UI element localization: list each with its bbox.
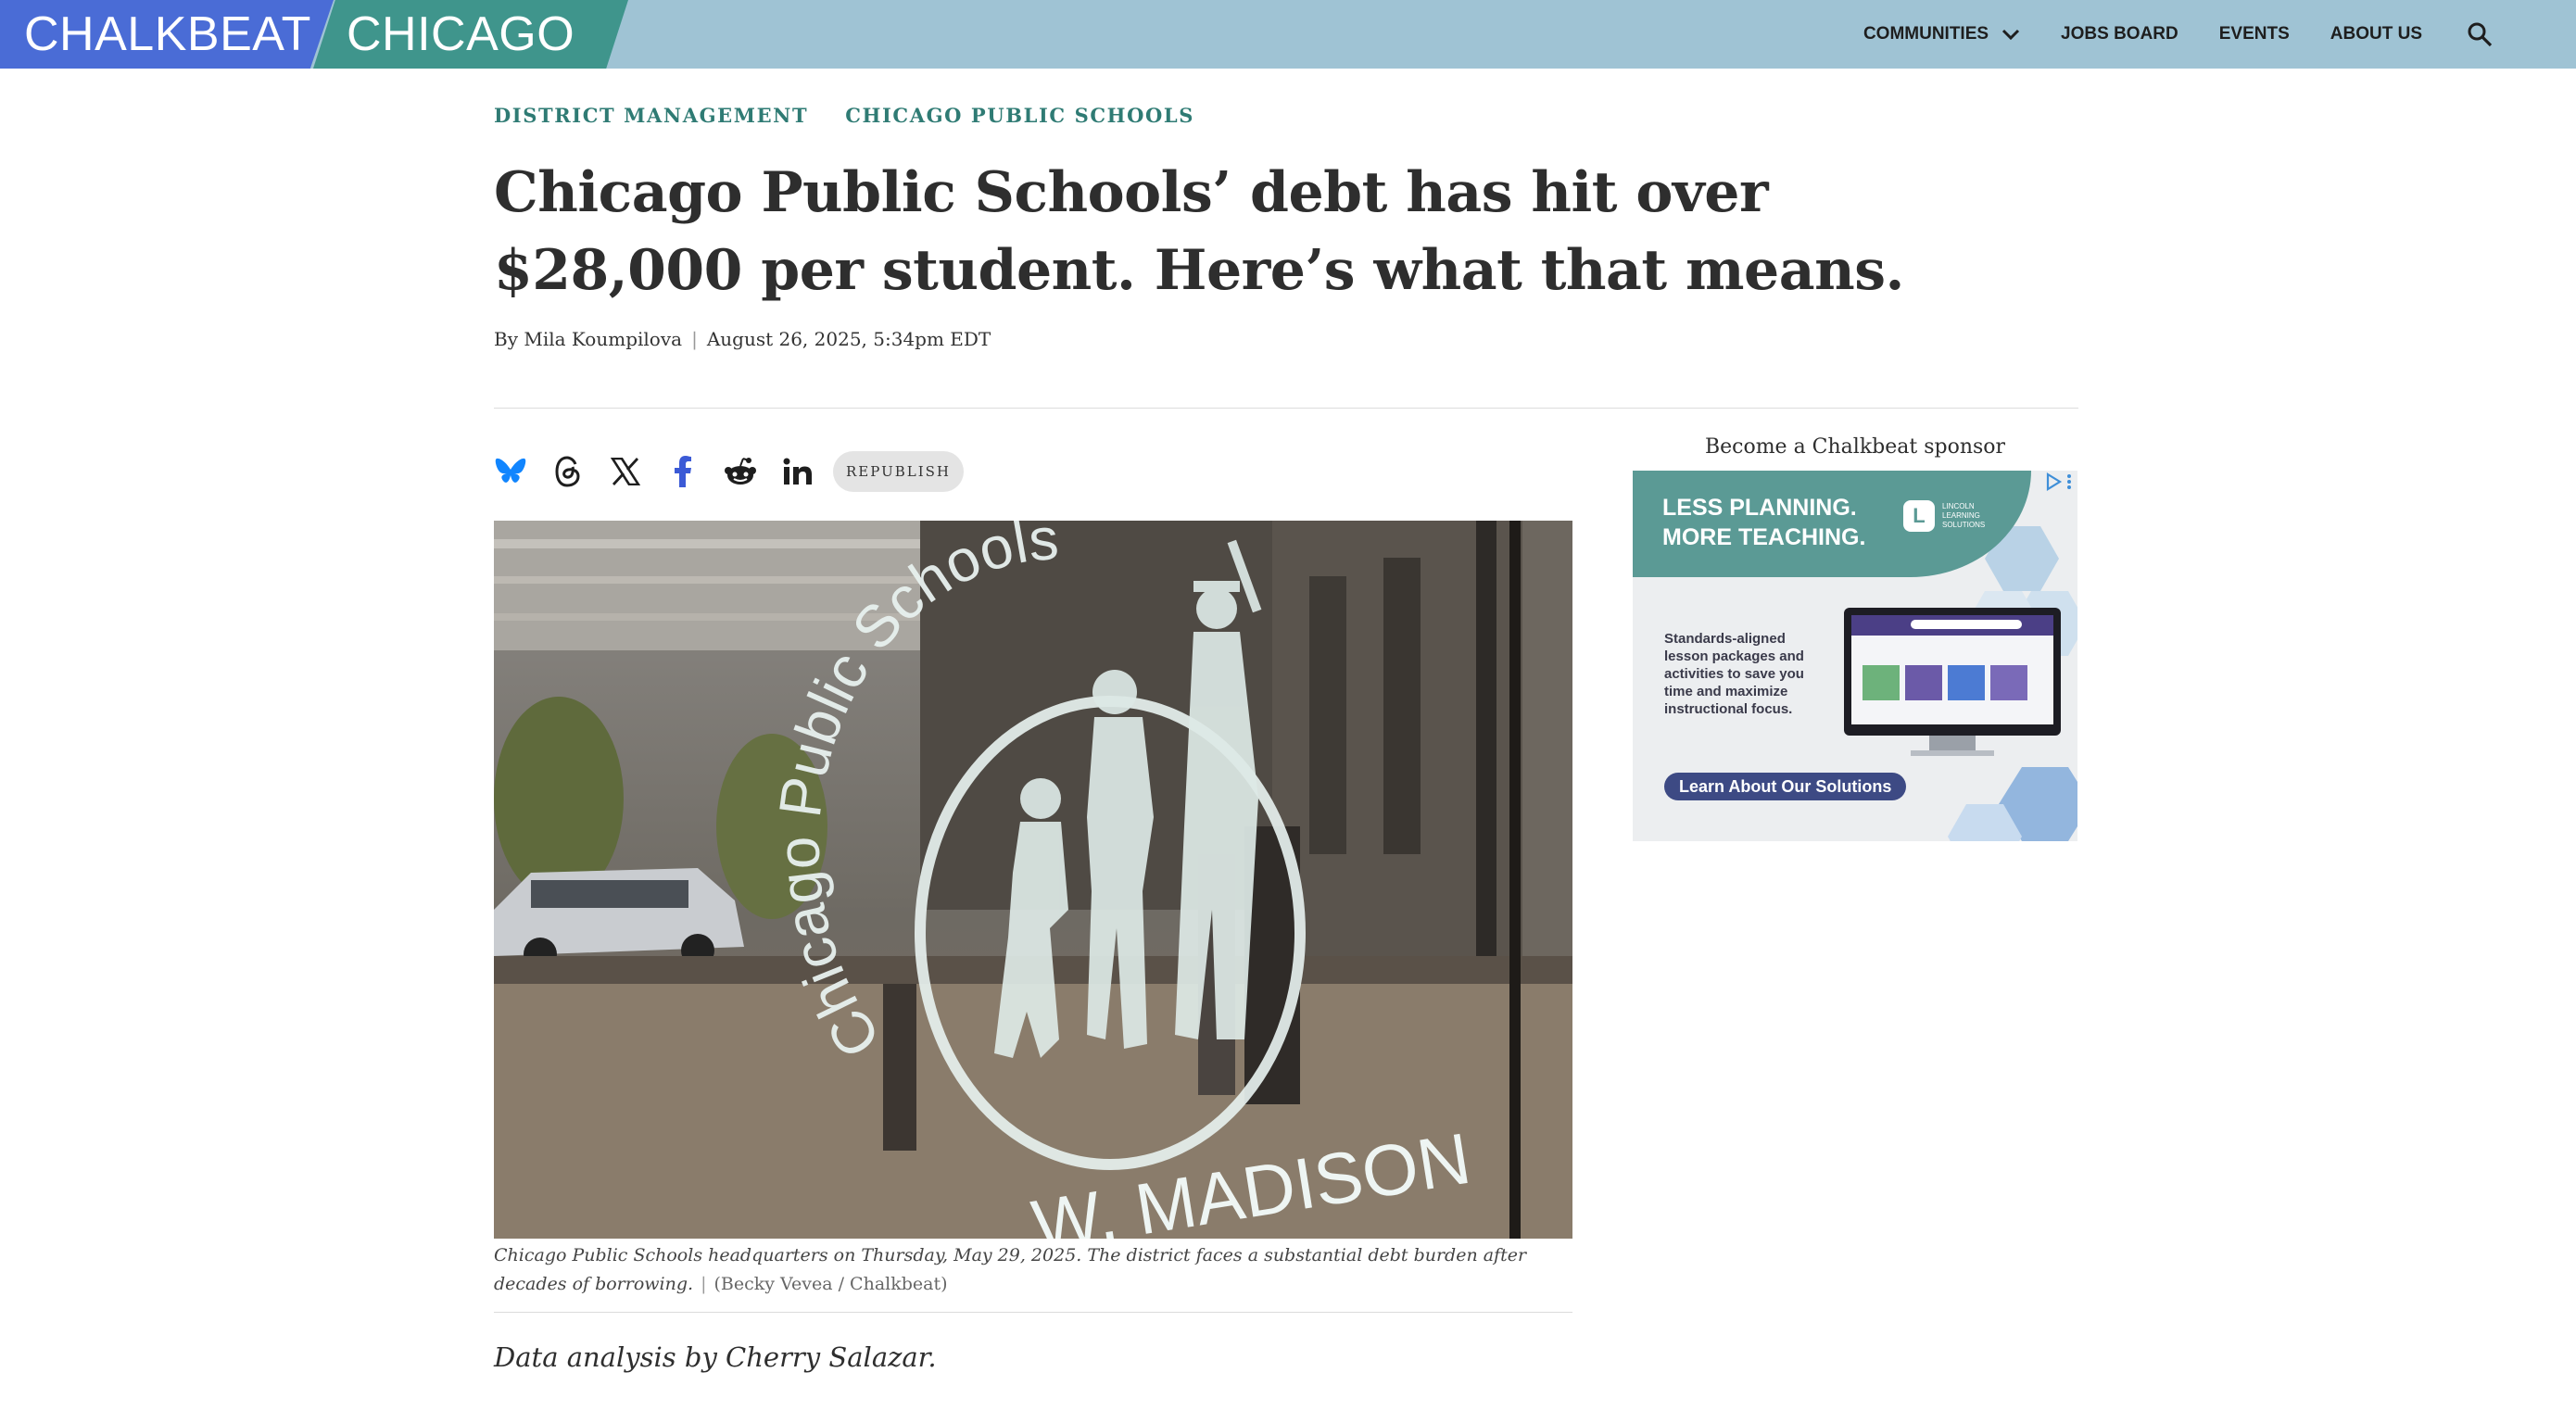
byline-separator: | [691, 328, 698, 350]
caption-text: Chicago Public Schools headquarters on T… [494, 1245, 1527, 1294]
logo-chicago-text[interactable]: CHICAGO [347, 6, 575, 63]
photo-credit: (Becky Vevea / Chalkbeat) [713, 1274, 948, 1294]
more-options-icon [2067, 474, 2071, 489]
sidebar-ad[interactable]: LESS PLANNING. MORE TEACHING. L LINCOLN … [1633, 471, 2077, 841]
article-first-paragraph: Data analysis by Cherry Salazar. [494, 1341, 937, 1373]
ad-headline-line-1: LESS PLANNING. [1662, 495, 1857, 521]
ad-body-text: Standards-aligned lesson packages and ac… [1664, 631, 1804, 717]
nav-events-label: EVENTS [2218, 24, 2290, 44]
nav-communities-label: COMMUNITIES [1863, 24, 1989, 44]
ad-choices[interactable] [2044, 472, 2072, 491]
category-district-management[interactable]: DISTRICT MANAGEMENT [494, 104, 808, 127]
ad-headline-line-2: MORE TEACHING. [1662, 524, 1866, 550]
byline: By Mila Koumpilova | August 26, 2025, 5:… [494, 328, 991, 350]
category-chicago-public-schools[interactable]: CHICAGO PUBLIC SCHOOLS [845, 104, 1194, 127]
x-icon [611, 458, 640, 485]
search-icon [2468, 22, 2493, 47]
ad-logo-mark: L [1903, 500, 1935, 532]
lead-photo: Chicago Public Schools W. MADISON [494, 521, 1572, 1239]
main-nav: COMMUNITIES JOBS BOARD EVENTS ABOUT US [1863, 0, 2493, 69]
ad-brand-logo: L LINCOLN LEARNING SOLUTIONS [1903, 500, 1994, 532]
category-links: DISTRICT MANAGEMENT CHICAGO PUBLIC SCHOO… [494, 104, 1194, 127]
share-bar: REPUBLISH [494, 450, 964, 493]
ad-headline: LESS PLANNING. MORE TEACHING. [1662, 493, 1903, 552]
ad-logo-text: LINCOLN LEARNING SOLUTIONS [1942, 502, 1986, 529]
nav-about-us[interactable]: ABOUT US [2330, 24, 2422, 44]
bluesky-icon [495, 458, 526, 483]
nav-jobs-board[interactable]: JOBS BOARD [2061, 24, 2178, 44]
linkedin-icon [783, 458, 812, 485]
reddit-icon [725, 458, 756, 485]
logo-chalkbeat-text[interactable]: CHALKBEAT [24, 6, 311, 63]
share-reddit-button[interactable] [724, 455, 757, 488]
nav-jobs-board-label: JOBS BOARD [2061, 24, 2178, 44]
photo-caption: Chicago Public Schools headquarters on T… [494, 1241, 1572, 1299]
share-linkedin-button[interactable] [781, 455, 814, 488]
article-headline: Chicago Public Schools’ debt has hit ove… [494, 160, 1904, 303]
share-facebook-button[interactable] [666, 455, 700, 488]
caption-separator: | [701, 1274, 707, 1294]
nav-about-us-label: ABOUT US [2330, 24, 2422, 44]
divider [494, 408, 2078, 409]
chevron-down-icon [2001, 29, 2020, 41]
nav-communities[interactable]: COMMUNITIES [1863, 24, 2020, 44]
share-bluesky-button[interactable] [494, 455, 527, 488]
search-button[interactable] [2467, 21, 2493, 47]
publish-date: August 26, 2025, 5:34pm EDT [706, 328, 991, 350]
author[interactable]: By Mila Koumpilova [494, 328, 682, 350]
threads-icon [555, 456, 580, 487]
facebook-icon [675, 456, 691, 487]
ad-cta-button[interactable]: Learn About Our Solutions [1664, 773, 1907, 800]
share-threads-button[interactable] [551, 455, 585, 488]
share-x-button[interactable] [609, 455, 642, 488]
nav-events[interactable]: EVENTS [2219, 24, 2290, 44]
republish-button[interactable]: REPUBLISH [833, 451, 964, 492]
divider [494, 1312, 1572, 1313]
photo-illustration: Chicago Public Schools W. MADISON [494, 521, 1572, 1239]
ad-choices-icon [2046, 472, 2063, 491]
become-sponsor-link[interactable]: Become a Chalkbeat sponsor [1633, 435, 2077, 459]
site-header: CHALKBEAT CHICAGO COMMUNITIES JOBS BOARD… [0, 0, 2576, 69]
